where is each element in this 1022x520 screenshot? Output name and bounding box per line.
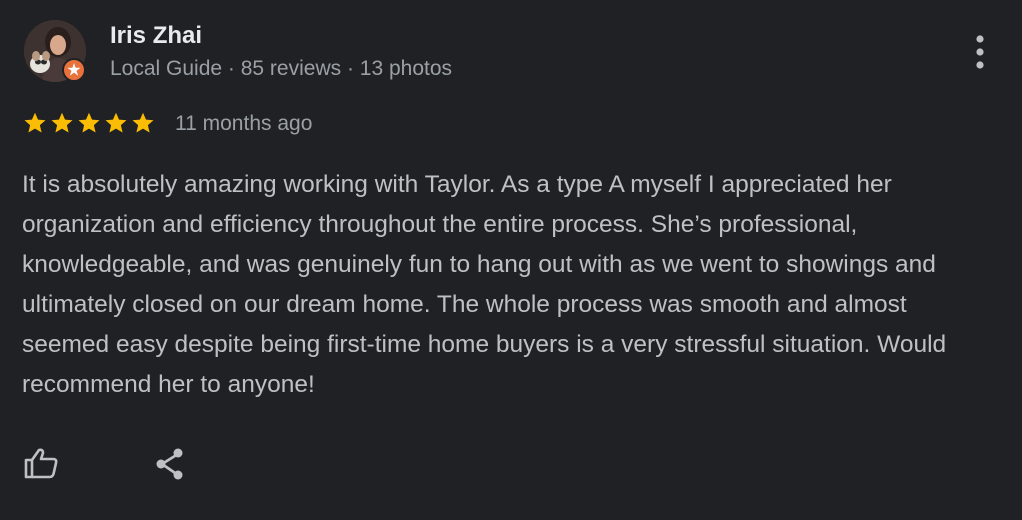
local-guide-badge-icon bbox=[62, 58, 86, 82]
star-icon bbox=[105, 112, 127, 133]
share-icon bbox=[156, 448, 183, 480]
star-icon bbox=[132, 112, 154, 133]
star-icon bbox=[78, 112, 100, 133]
share-button[interactable] bbox=[150, 444, 190, 484]
thumbs-up-icon bbox=[24, 448, 58, 479]
reviewer-avatar[interactable] bbox=[24, 20, 86, 82]
star-icon bbox=[51, 112, 73, 133]
review-date: 11 months ago bbox=[175, 112, 313, 135]
star-icon bbox=[24, 112, 46, 133]
review-text: It is absolutely amazing working with Ta… bbox=[22, 171, 947, 398]
local-guide-star-icon bbox=[67, 63, 81, 76]
reviewer-meta: Local Guide · 85 reviews · 13 photos bbox=[110, 57, 453, 80]
like-button[interactable] bbox=[22, 444, 62, 484]
more-options-button[interactable] bbox=[964, 30, 996, 74]
star-rating bbox=[22, 110, 156, 136]
reviewer-name[interactable]: Iris Zhai bbox=[110, 22, 202, 50]
more-vert-icon bbox=[976, 35, 984, 69]
